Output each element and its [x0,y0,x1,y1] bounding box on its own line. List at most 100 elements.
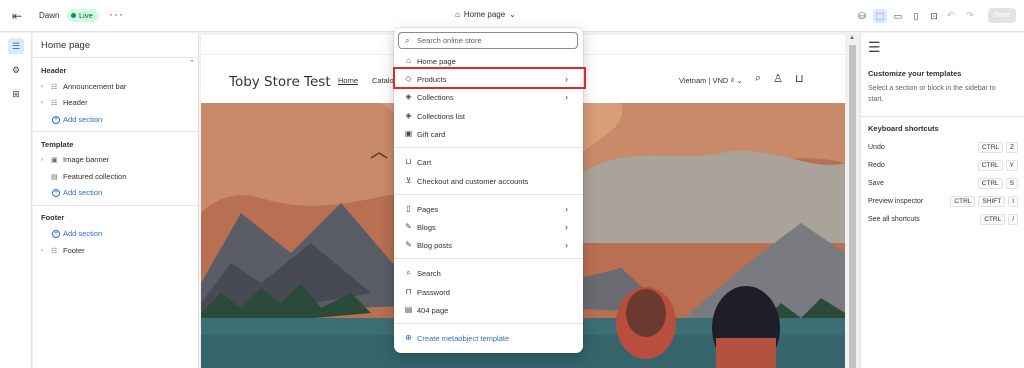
add-section-button[interactable]: + Add section [52,115,102,124]
shortcut-label: See all shortcuts [868,216,920,223]
section-header[interactable]: › ☷ Header [41,98,88,107]
chevron-right-icon[interactable]: › [41,84,51,90]
apps-icon[interactable]: ⊞ [8,86,24,102]
chevron-right-icon[interactable]: › [41,248,51,254]
checkout-icon: ⊻ [405,176,412,185]
key: I [1008,196,1018,207]
preview-scrollbar[interactable]: ▲ [847,35,858,368]
group-footer-label: Footer [41,213,65,222]
more-icon[interactable]: ··· [109,7,124,21]
section-label: Featured collection [63,172,127,181]
divider [394,194,583,195]
collections-icon: ◈ [405,92,412,101]
section-footer[interactable]: › ☷ Footer [41,246,85,255]
search-input[interactable] [417,35,572,46]
undo-icon[interactable]: ↶ [947,10,955,21]
key: / [1008,214,1018,225]
shortcut-row: Preview inspector CTRL SHIFT I [868,196,1018,208]
exit-icon[interactable]: ⇤ [12,9,22,23]
menu-item-collections[interactable]: ◈ Collections › [398,89,578,106]
inspector-icon[interactable]: ⬚ [873,9,887,23]
redo-icon[interactable]: ↷ [966,10,974,21]
menu-item-blogs[interactable]: ✎ Blogs › [398,219,578,236]
menu-item-password[interactable]: ⊓ Password [398,284,578,301]
footer-icon: ☷ [51,247,58,255]
page-selector[interactable]: ⌂ Home page ⌄ [455,10,516,19]
menu-item-label: Collections list [417,112,465,121]
locale-selector[interactable]: Vietnam | VND ₫ ⌄ [679,76,743,85]
store-name: Toby Store Test [229,74,331,90]
scrollbar-thumb[interactable] [849,45,856,368]
shortcut-row: Save CTRL S [868,178,1018,190]
section-announcement-bar[interactable]: › ☷ Announcement bar [41,82,126,91]
chevron-right-icon[interactable]: › [41,100,51,106]
theme-name[interactable]: Dawn [39,11,59,20]
menu-item-checkout[interactable]: ⊻ Checkout and customer accounts [398,173,578,190]
store-nav: Home Catalog [338,76,398,85]
account-icon[interactable]: ♙ [773,72,783,85]
divider [33,131,199,132]
sections-icon[interactable]: ☰ [8,38,24,54]
divider [394,147,583,148]
menu-item-cart[interactable]: ⊔ Cart [398,154,578,171]
header-icon: ☷ [51,99,58,107]
chevron-right-icon: › [565,222,568,232]
section-image-banner[interactable]: › ▣ Image banner [41,155,109,164]
section-label: Header [63,98,88,107]
search-icon[interactable]: ⌕ [755,72,761,85]
chevron-right-icon[interactable]: › [41,157,51,163]
key: CTRL [977,178,1003,189]
store-header-icons: ⌕ ♙ ⊔ [755,72,804,85]
gift-card-icon: ▣ [404,129,413,138]
divider [394,323,583,324]
desktop-view-icon[interactable]: ▭ [891,9,905,23]
image-banner-icon: ▣ [51,156,58,164]
key: CTRL [950,196,976,207]
menu-item-pages[interactable]: ▯ Pages › [398,201,578,218]
divider [33,205,199,206]
menu-item-blog-posts[interactable]: ✎ Blog posts › [398,237,578,254]
menu-item-404-page[interactable]: ▤ 404 page [398,302,578,319]
divider [33,57,199,58]
sidebar-title: Home page [41,40,91,51]
chevron-down-icon: ⌄ [736,76,743,85]
key: Y [1005,160,1018,171]
section-featured-collection[interactable]: ▤ Featured collection [41,172,126,181]
menu-item-search[interactable]: ⌕ Search [398,265,578,282]
fullscreen-icon[interactable]: ⊡ [927,9,941,23]
chevron-right-icon: › [565,204,568,214]
cart-icon[interactable]: ⊔ [795,72,804,85]
add-section-label: Add section [63,188,103,197]
key: Z [1006,142,1018,153]
save-button[interactable]: Save [988,8,1016,23]
collections-list-icon: ◈ [405,111,412,120]
right-panel: ☰ Customize your templates Select a sect… [860,33,1024,368]
group-template-label: Template [41,140,74,149]
menu-item-label: Blog posts [417,241,453,250]
menu-item-label: Checkout and customer accounts [417,177,529,186]
key: SHIFT [978,196,1006,207]
key: CTRL [980,214,1006,225]
menu-item-label: Collections [417,93,454,102]
menu-item-gift-card[interactable]: ▣ Gift card [398,126,578,143]
nav-link-home[interactable]: Home [338,76,358,85]
live-badge: Live [67,9,99,22]
settings-icon[interactable]: ⚙ [8,62,24,78]
theme-settings-icon[interactable]: ⛁ [855,9,869,23]
menu-item-collections-list[interactable]: ◈ Collections list [398,108,578,125]
shortcut-label: Undo [868,144,885,151]
create-metaobject-template-link[interactable]: ⊕ Create metaobject template [398,330,578,347]
scroll-up-icon[interactable]: ▲ [849,35,855,41]
add-section-button[interactable]: + Add section [52,188,102,197]
divider [394,258,583,259]
key: CTRL [977,160,1003,171]
collapse-icon[interactable]: ⌃ [189,59,195,67]
menu-item-label: Blogs [417,223,436,232]
mobile-view-icon[interactable]: ▯ [909,9,923,23]
shortcut-label: Redo [868,162,885,169]
create-link-label: Create metaobject template [417,334,510,343]
shortcut-row-see-all[interactable]: See all shortcuts CTRL / [868,214,1018,226]
shortcut-row: Undo CTRL Z [868,142,1018,154]
add-section-button[interactable]: + Add section [52,229,102,238]
error-page-icon: ▤ [404,305,413,314]
